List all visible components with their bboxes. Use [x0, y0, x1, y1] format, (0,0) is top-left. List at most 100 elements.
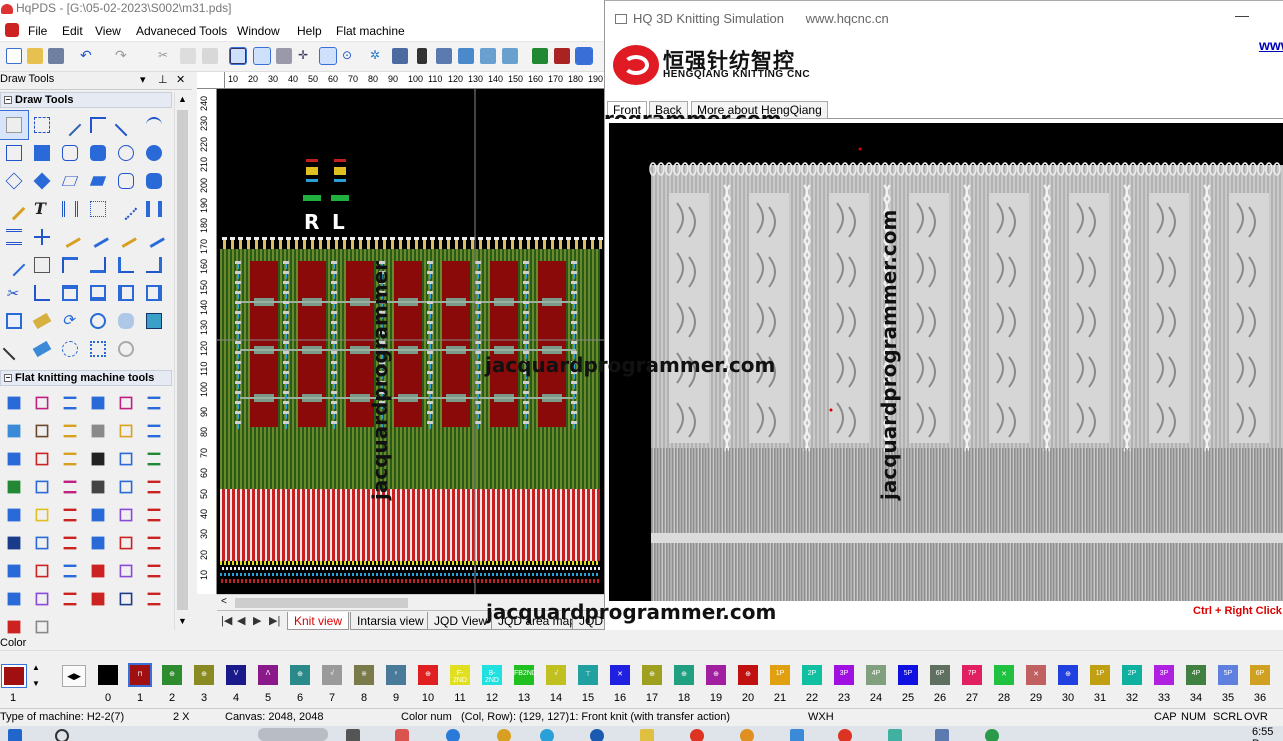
tab-next-icon[interactable]: ▶	[253, 614, 261, 627]
pen-tool[interactable]	[0, 251, 28, 279]
branch-tool[interactable]	[28, 279, 56, 307]
minimize-button[interactable]: —	[1235, 7, 1249, 23]
document-icon[interactable]	[5, 23, 19, 37]
machine-tool-42[interactable]	[0, 585, 28, 613]
parallelogram-fill-tool[interactable]	[84, 167, 112, 195]
search-icon[interactable]	[55, 729, 69, 741]
zoom-tool[interactable]	[84, 307, 112, 335]
rect-tool[interactable]	[0, 139, 28, 167]
machine-tool-27[interactable]	[84, 501, 112, 529]
machine-tool-34[interactable]	[112, 529, 140, 557]
machine-tool-5[interactable]	[140, 389, 168, 417]
machine-tool-35[interactable]	[140, 529, 168, 557]
app-icon-2[interactable]	[497, 729, 511, 741]
rows-tool[interactable]	[0, 223, 28, 251]
dropdown-icon[interactable]: ▾	[140, 73, 146, 86]
machine-tool-29[interactable]	[140, 501, 168, 529]
color-swatch[interactable]: B-2ND	[482, 665, 502, 685]
paste-icon[interactable]	[202, 48, 218, 64]
machine-tool-40[interactable]	[112, 557, 140, 585]
bucket3-tool[interactable]	[112, 223, 140, 251]
round-rect-tool[interactable]	[56, 139, 84, 167]
bucket4-tool[interactable]	[140, 223, 168, 251]
app-icon-6[interactable]	[838, 729, 852, 741]
machine-tool-17[interactable]	[140, 445, 168, 473]
taskbar-widget[interactable]	[258, 728, 328, 741]
color-swatch[interactable]: 1P	[770, 665, 790, 685]
bucket-tool[interactable]	[56, 223, 84, 251]
bar-icon[interactable]	[417, 48, 427, 64]
menu-edit[interactable]: Edit	[62, 24, 83, 38]
align-left-tool[interactable]	[56, 251, 84, 279]
eraser-tool[interactable]	[28, 307, 56, 335]
menu-file[interactable]: File	[28, 24, 47, 38]
color-swatch[interactable]: ⊕	[674, 665, 694, 685]
wand-tool[interactable]	[0, 335, 28, 363]
app-icon-4[interactable]	[740, 729, 754, 741]
app-icon-1[interactable]	[446, 729, 460, 741]
color-swatch[interactable]: 4P	[866, 665, 886, 685]
eraser2-tool[interactable]	[28, 335, 56, 363]
pin-icon[interactable]: ⊥	[158, 73, 168, 86]
machine-tool-14[interactable]	[56, 445, 84, 473]
machine-tool-44[interactable]	[56, 585, 84, 613]
crosshair-icon[interactable]: ✛	[298, 48, 314, 64]
chrome-icon[interactable]	[690, 729, 704, 741]
rotate-tool[interactable]: ⟳	[56, 307, 84, 335]
app-icon-3[interactable]	[590, 729, 604, 741]
color-swatch[interactable]: √	[546, 665, 566, 685]
copy-icon[interactable]	[180, 48, 196, 64]
machine-tool-2[interactable]	[56, 389, 84, 417]
lasso-tool[interactable]	[56, 335, 84, 363]
color-swatch[interactable]: ✕	[1026, 665, 1046, 685]
diamond-tool[interactable]	[0, 167, 28, 195]
select-rect-tool[interactable]	[28, 111, 56, 139]
machine-icon[interactable]	[480, 48, 496, 64]
diamond-fill-tool[interactable]	[28, 167, 56, 195]
color-swatch[interactable]: 5P	[1218, 665, 1238, 685]
machine-tool-8[interactable]	[56, 417, 84, 445]
tab-first-icon[interactable]: |◀	[221, 614, 232, 627]
hexagon-fill-tool[interactable]	[140, 167, 168, 195]
select-icon[interactable]: ⊙	[342, 48, 358, 64]
machine-tool-30[interactable]	[0, 529, 28, 557]
layer-icon[interactable]	[276, 48, 292, 64]
tab-prev-icon[interactable]: ◀	[237, 614, 245, 627]
color-swatch[interactable]: Λ	[258, 665, 278, 685]
cut-icon[interactable]: ✂	[158, 48, 174, 64]
task-view-icon[interactable]	[346, 729, 360, 741]
machine-tool-15[interactable]	[84, 445, 112, 473]
dots-tool[interactable]	[112, 195, 140, 223]
machine-tool-3[interactable]	[84, 389, 112, 417]
machine-tool-18[interactable]	[0, 473, 28, 501]
app-icon-9[interactable]	[985, 729, 999, 741]
fill-icon[interactable]	[392, 48, 408, 64]
bucket2-tool[interactable]	[84, 223, 112, 251]
windows-start-icon[interactable]	[8, 729, 22, 741]
pencil-tool[interactable]	[56, 111, 84, 139]
color-swatch[interactable]: V	[226, 665, 246, 685]
round-rect-fill-tool[interactable]	[84, 139, 112, 167]
color-swatch[interactable]: ⊕	[418, 665, 438, 685]
color-swatch[interactable]: 4P	[1186, 665, 1206, 685]
horizontal-scroll-thumb[interactable]	[235, 598, 408, 608]
new-file-icon[interactable]	[6, 48, 22, 64]
frame3-tool[interactable]	[112, 279, 140, 307]
align-top-tool[interactable]	[140, 251, 168, 279]
rect-fill-tool[interactable]	[28, 139, 56, 167]
grid-select-tool[interactable]	[84, 335, 112, 363]
align-bottom-tool[interactable]	[112, 251, 140, 279]
machine2-icon[interactable]	[502, 48, 518, 64]
machine-tool-37[interactable]	[28, 557, 56, 585]
machine-tool-19[interactable]	[28, 473, 56, 501]
text-tool[interactable]: T	[28, 195, 56, 223]
tools-scrollbar[interactable]: ▲ ▼	[174, 92, 189, 630]
machine-tool-47[interactable]	[140, 585, 168, 613]
machine-tool-11[interactable]	[140, 417, 168, 445]
color-swatch[interactable]: 5P	[898, 665, 918, 685]
color-swatch[interactable]: ♀	[386, 665, 406, 685]
image-tool[interactable]	[140, 307, 168, 335]
color-swatch[interactable]: 6P	[1250, 665, 1270, 685]
color-swatch[interactable]	[98, 665, 118, 685]
polyline-tool[interactable]	[84, 111, 112, 139]
